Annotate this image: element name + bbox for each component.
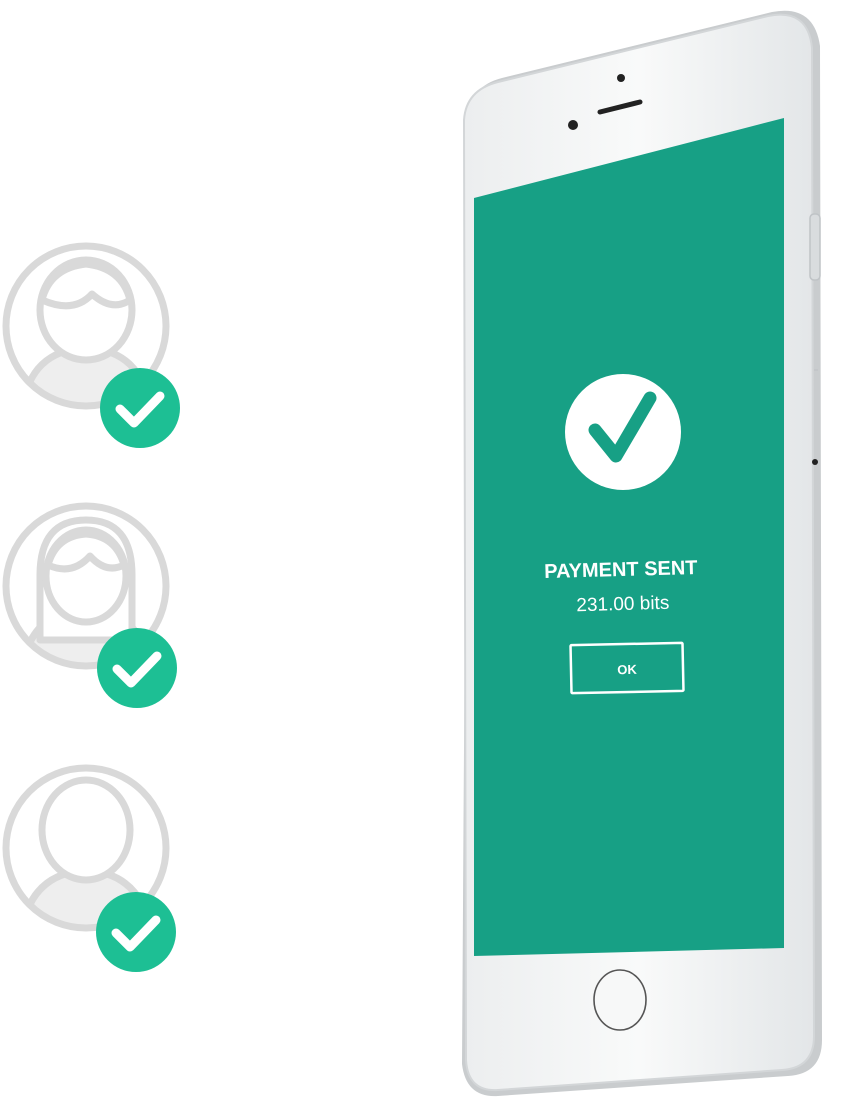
checkmark-badge-icon xyxy=(97,628,177,708)
payment-status-title: PAYMENT SENT xyxy=(544,557,698,583)
checkmark-badge-icon xyxy=(100,368,180,448)
ok-button-hit-area[interactable] xyxy=(568,640,686,696)
phone xyxy=(462,10,822,1097)
illustration-stage: PAYMENT SENT 231.00 bits OK xyxy=(0,0,844,1110)
payment-amount: 231.00 bits xyxy=(576,593,669,616)
checkmark-badge-icon xyxy=(96,892,176,972)
illustration-svg: PAYMENT SENT 231.00 bits OK xyxy=(2,10,822,1097)
checkmark-circle-icon xyxy=(565,374,681,490)
phone-screen xyxy=(474,118,784,956)
home-button-icon[interactable] xyxy=(593,969,647,1031)
